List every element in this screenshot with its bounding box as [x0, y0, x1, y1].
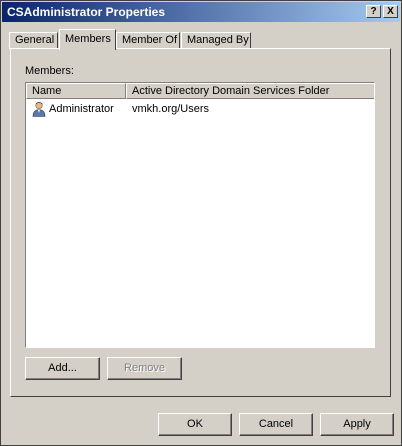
window-title: CSAdministrator Properties	[7, 5, 166, 19]
tab-general[interactable]: General	[9, 32, 58, 49]
tab-member-of[interactable]: Member Of	[116, 32, 180, 49]
member-folder: vmkh.org/Users	[132, 103, 210, 115]
apply-button[interactable]: Apply	[320, 413, 394, 436]
remove-button[interactable]: Remove	[107, 357, 182, 380]
user-icon	[32, 101, 46, 117]
close-button[interactable]: X	[383, 5, 398, 18]
member-name: Administrator	[49, 103, 114, 115]
title-bar[interactable]: CSAdministrator Properties ? X	[2, 2, 400, 22]
list-item[interactable]: Administrator vmkh.org/Users	[26, 101, 374, 118]
add-button[interactable]: Add...	[25, 357, 100, 380]
list-header: Name Active Directory Domain Services Fo…	[26, 83, 374, 99]
members-list[interactable]: Name Active Directory Domain Services Fo…	[25, 82, 375, 348]
tab-members[interactable]: Members	[59, 29, 116, 50]
members-panel: Members: Name Active Directory Domain Se…	[10, 48, 391, 397]
column-header-folder[interactable]: Active Directory Domain Services Folder	[126, 83, 374, 99]
members-label: Members:	[25, 65, 74, 77]
properties-dialog: CSAdministrator Properties ? X General M…	[0, 0, 402, 446]
column-header-name[interactable]: Name	[26, 83, 126, 99]
ok-button[interactable]: OK	[158, 413, 232, 436]
tab-managed-by[interactable]: Managed By	[181, 32, 251, 49]
cancel-button[interactable]: Cancel	[239, 413, 313, 436]
help-button[interactable]: ?	[366, 5, 381, 18]
